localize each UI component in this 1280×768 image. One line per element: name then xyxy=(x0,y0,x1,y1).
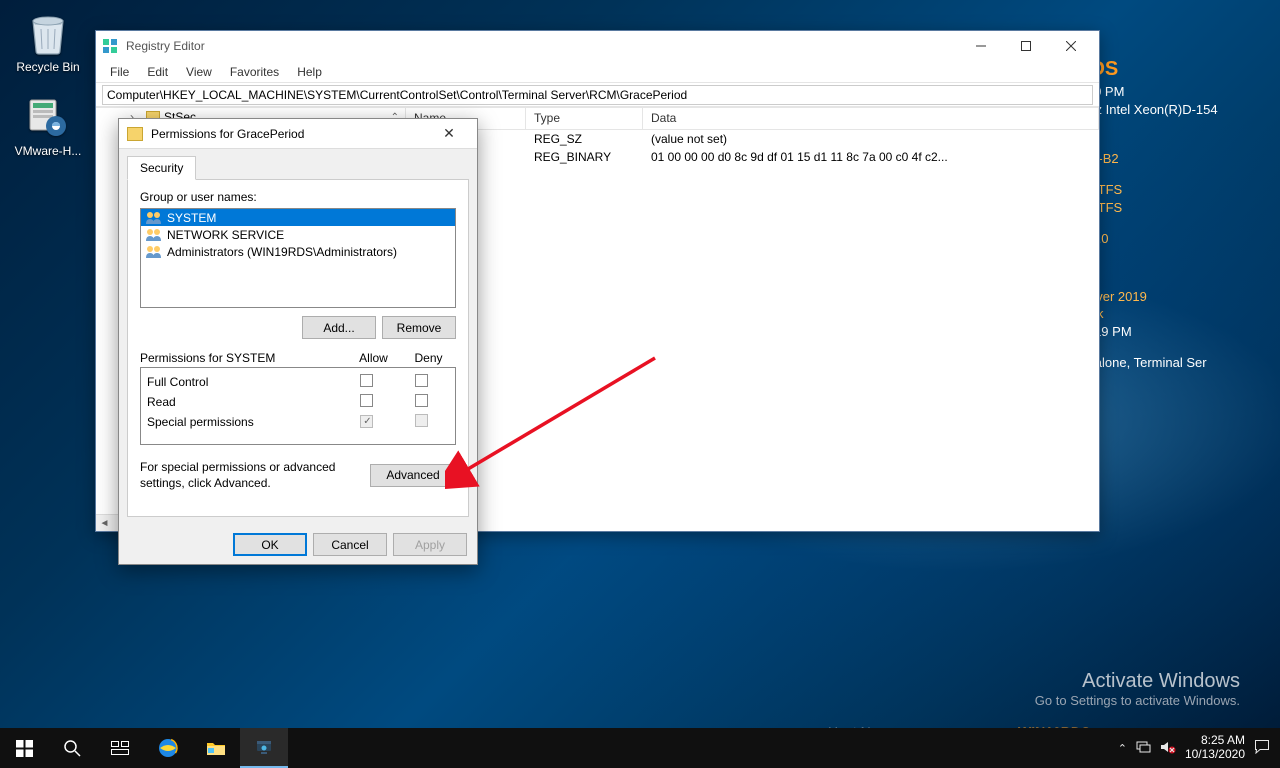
col-data[interactable]: Data xyxy=(643,108,1099,129)
cancel-button[interactable]: Cancel xyxy=(313,533,387,556)
remove-button[interactable]: Remove xyxy=(382,316,456,339)
recycle-bin-icon[interactable]: Recycle Bin xyxy=(10,8,86,74)
list-item[interactable]: ab REG_SZ (value not set) xyxy=(406,130,1099,148)
regedit-menubar: File Edit View Favorites Help xyxy=(96,61,1099,82)
server-manager-button[interactable] xyxy=(240,728,288,768)
list-header: Name Type Data xyxy=(406,108,1099,130)
search-button[interactable] xyxy=(48,728,96,768)
action-center-icon[interactable] xyxy=(1254,739,1270,757)
regedit-addressbar xyxy=(96,82,1099,107)
menu-favorites[interactable]: Favorites xyxy=(222,63,287,81)
permissions-title: Permissions for GracePeriod xyxy=(151,127,429,141)
maximize-button[interactable] xyxy=(1003,32,1048,60)
group-user-list[interactable]: SYSTEM NETWORK SERVICE Administrators (W… xyxy=(140,208,456,308)
deny-label: Deny xyxy=(401,351,456,365)
group-item-administrators[interactable]: Administrators (WIN19RDS\Administrators) xyxy=(141,243,455,260)
tray-chevron-up-icon[interactable]: ⌃ xyxy=(1118,742,1127,755)
recycle-bin-label: Recycle Bin xyxy=(10,60,86,74)
deny-special-checkbox xyxy=(415,414,428,427)
close-icon[interactable]: ✕ xyxy=(429,125,469,142)
deny-full-control-checkbox[interactable] xyxy=(415,374,428,387)
users-icon xyxy=(145,245,163,259)
registry-values-list[interactable]: Name Type Data ab REG_SZ (value not set)… xyxy=(406,108,1099,531)
regedit-title: Registry Editor xyxy=(126,39,958,53)
folder-icon xyxy=(127,127,143,141)
deny-read-checkbox[interactable] xyxy=(415,394,428,407)
allow-label: Allow xyxy=(346,351,401,365)
col-type[interactable]: Type xyxy=(526,108,643,129)
task-view-button[interactable] xyxy=(96,728,144,768)
desktop-icons: Recycle Bin VMware-H... xyxy=(10,8,90,176)
group-item-system[interactable]: SYSTEM xyxy=(141,209,455,226)
address-input[interactable] xyxy=(102,85,1093,105)
permissions-for-label: Permissions for SYSTEM xyxy=(140,351,346,365)
menu-edit[interactable]: Edit xyxy=(139,63,176,81)
dialog-tabs: Security xyxy=(119,149,477,179)
explorer-button[interactable] xyxy=(192,728,240,768)
permissions-list: Full Control Read Special permissions xyxy=(140,367,456,445)
group-item-network-service[interactable]: NETWORK SERVICE xyxy=(141,226,455,243)
menu-help[interactable]: Help xyxy=(289,63,330,81)
vmware-installer-icon[interactable]: VMware-H... xyxy=(10,92,86,158)
close-button[interactable] xyxy=(1048,32,1093,60)
taskbar-clock[interactable]: 8:25 AM 10/13/2020 xyxy=(1185,734,1245,762)
perm-row-special: Special permissions xyxy=(147,412,449,432)
system-tray[interactable]: ⌃ 8:25 AM 10/13/2020 xyxy=(1108,734,1280,762)
advanced-help-text: For special permissions or advanced sett… xyxy=(140,459,360,491)
allow-read-checkbox[interactable] xyxy=(360,394,373,407)
allow-full-control-checkbox[interactable] xyxy=(360,374,373,387)
scroll-left-icon[interactable]: ◄ xyxy=(96,516,113,531)
menu-file[interactable]: File xyxy=(102,63,137,81)
regedit-app-icon xyxy=(102,38,118,54)
volume-mute-icon[interactable] xyxy=(1160,740,1176,757)
taskbar: ⌃ 8:25 AM 10/13/2020 xyxy=(0,728,1280,768)
ie-button[interactable] xyxy=(144,728,192,768)
bginfo-overlay: RDS 2:10 PM GHz Intel Xeon(R)D-154 5.0 I… xyxy=(1076,56,1276,390)
start-button[interactable] xyxy=(0,728,48,768)
list-item[interactable]: 011MEBO... REG_BINARY 01 00 00 00 d0 8c … xyxy=(406,148,1099,166)
perm-row-read: Read xyxy=(147,392,449,412)
tab-security[interactable]: Security xyxy=(127,156,196,180)
activate-windows: Activate Windows Go to Settings to activ… xyxy=(1035,670,1240,708)
allow-special-checkbox xyxy=(360,415,373,428)
ok-button[interactable]: OK xyxy=(233,533,307,556)
minimize-button[interactable] xyxy=(958,32,1003,60)
menu-view[interactable]: View xyxy=(178,63,220,81)
regedit-titlebar[interactable]: Registry Editor xyxy=(96,31,1099,61)
group-names-label: Group or user names: xyxy=(140,190,456,204)
perm-row-full-control: Full Control xyxy=(147,372,449,392)
add-button[interactable]: Add... xyxy=(302,316,376,339)
users-icon xyxy=(145,228,163,242)
apply-button: Apply xyxy=(393,533,467,556)
network-icon[interactable] xyxy=(1136,740,1151,757)
permissions-titlebar[interactable]: Permissions for GracePeriod ✕ xyxy=(119,119,477,149)
advanced-button[interactable]: Advanced xyxy=(370,464,456,487)
permissions-dialog: Permissions for GracePeriod ✕ Security G… xyxy=(118,118,478,565)
vmware-label: VMware-H... xyxy=(10,144,86,158)
users-icon xyxy=(145,211,163,225)
